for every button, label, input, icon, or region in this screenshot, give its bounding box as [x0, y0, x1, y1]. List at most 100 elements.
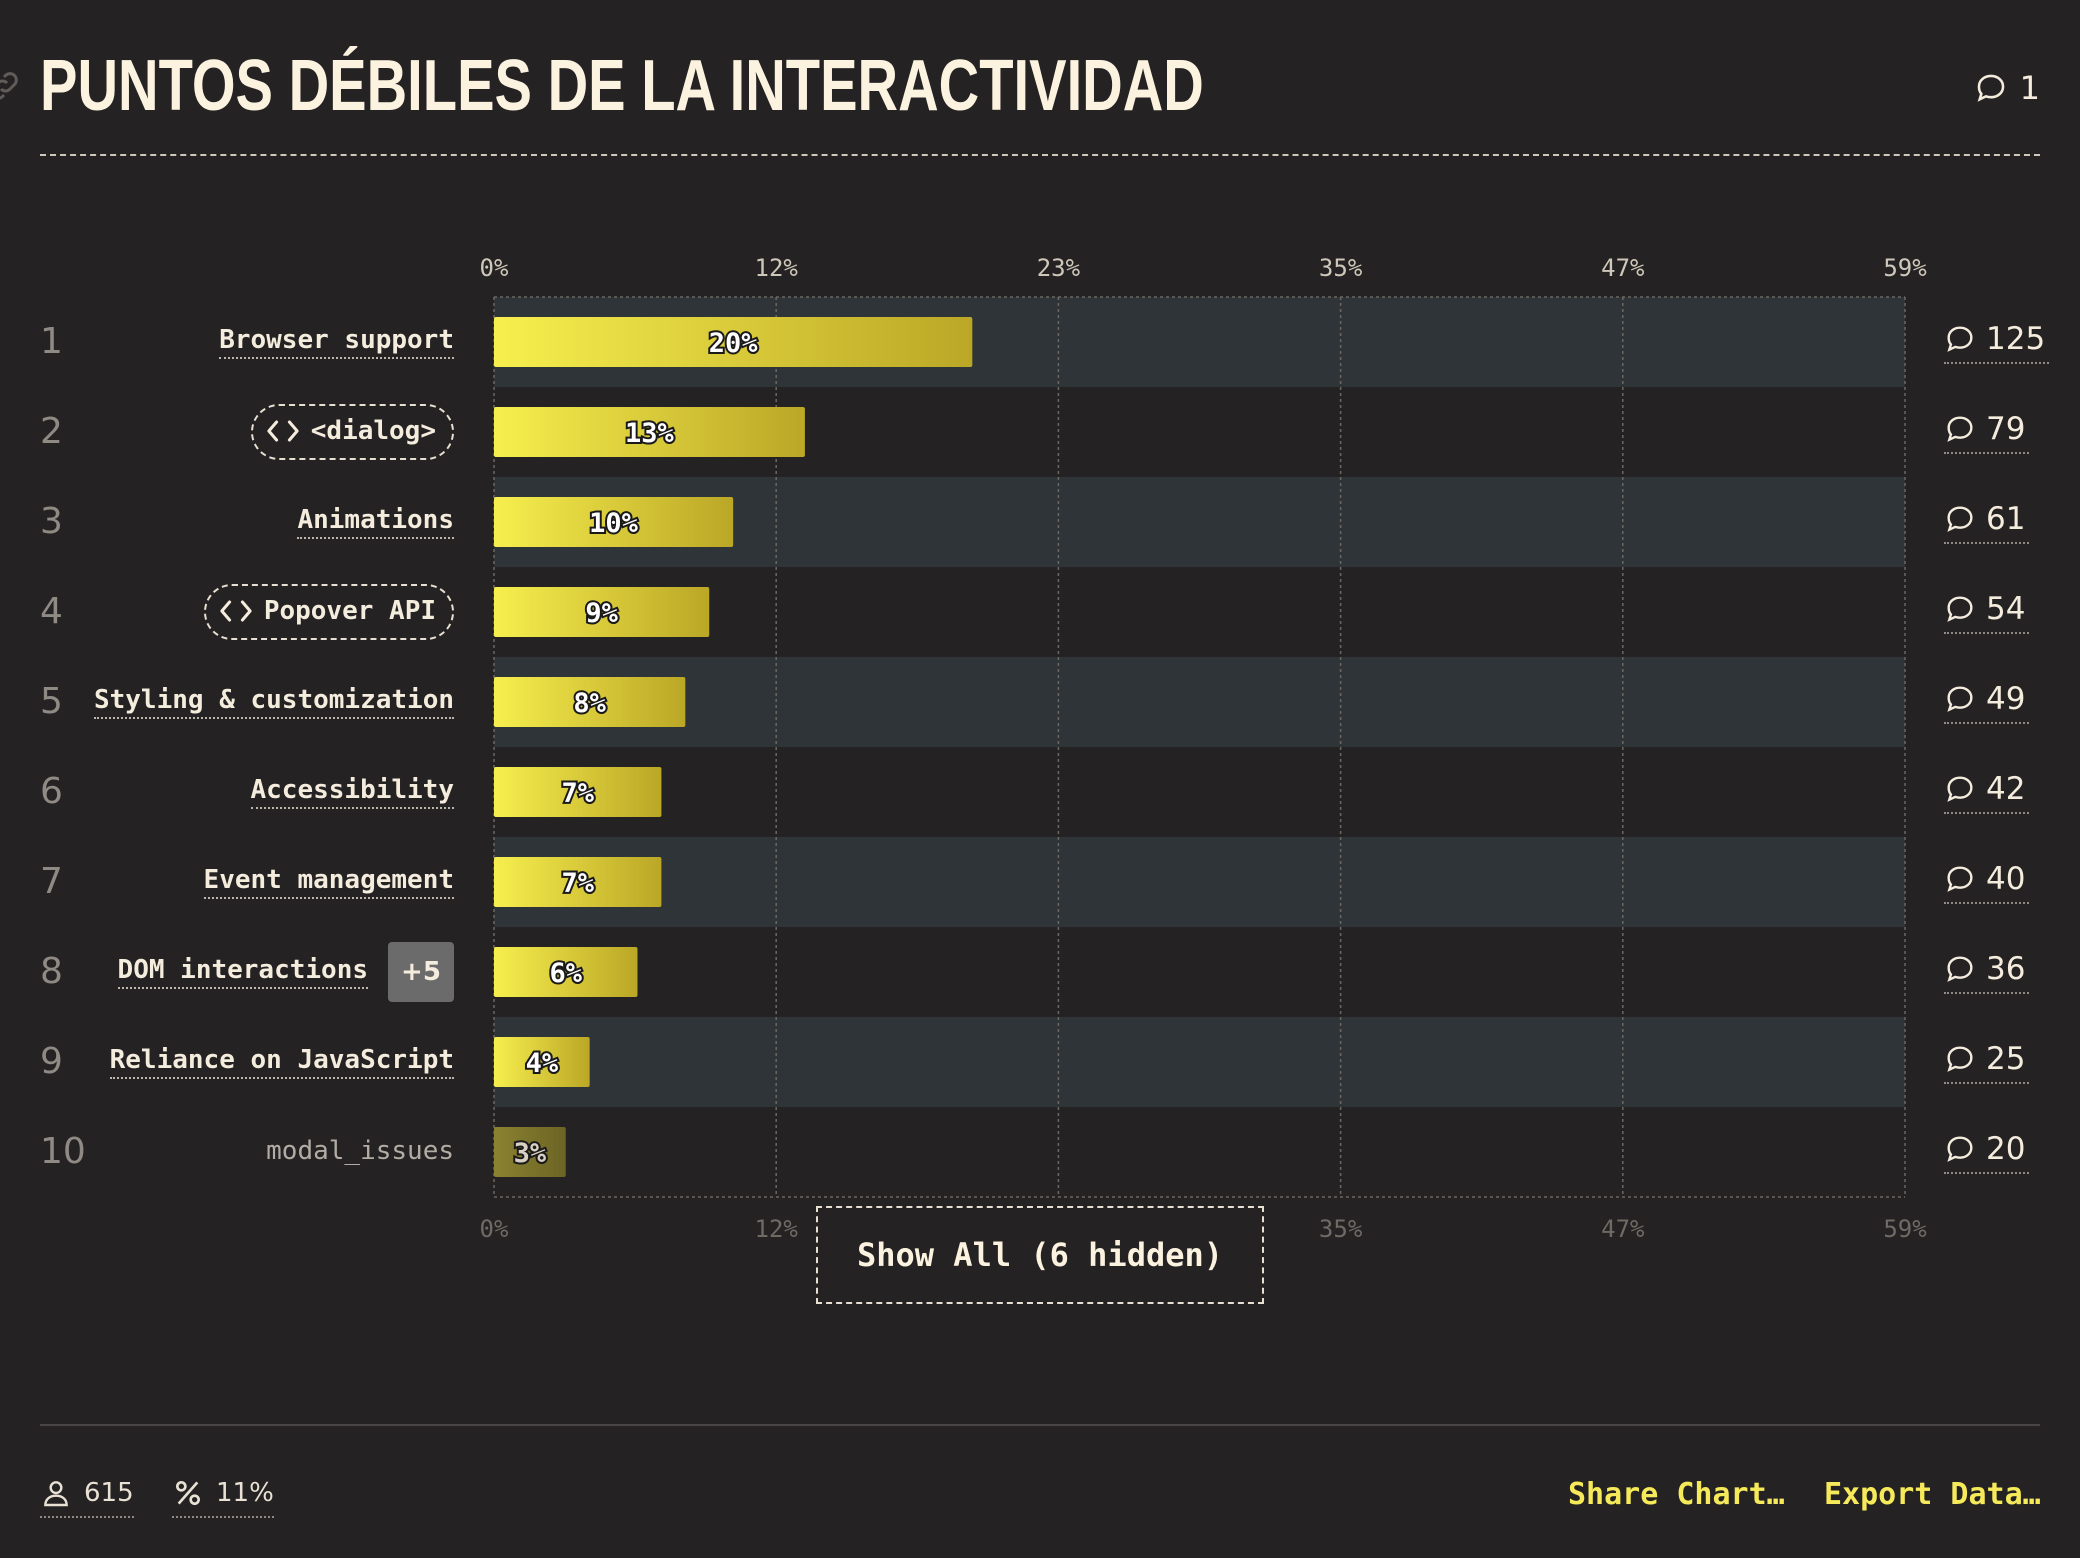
code-feature-pill[interactable]: <dialog> [250, 404, 454, 460]
bar-value-label: 3% [514, 1138, 547, 1169]
show-all-button[interactable]: Show All (6 hidden) [816, 1206, 1264, 1304]
comment-count: 25 [1986, 1041, 2026, 1077]
respondents-stat[interactable]: 615 [40, 1470, 134, 1518]
page-title: PUNTOS DÉBILES DE LA INTERACTIVIDAD [40, 46, 1204, 126]
row-stripe [494, 657, 1905, 747]
row-label[interactable]: Accessibility [250, 770, 454, 814]
comment-count: 36 [1986, 951, 2026, 987]
bar [494, 857, 662, 907]
comment-count: 79 [1986, 411, 2026, 447]
category-label: Styling & customization [93, 685, 454, 719]
percent-icon [176, 1481, 200, 1505]
row-label[interactable]: Popover API [203, 584, 454, 640]
footer-divider [40, 1424, 2040, 1426]
row-label[interactable]: Event management [203, 860, 454, 904]
row-stripe [494, 837, 1905, 927]
x-tick-label: 59% [1883, 1215, 1927, 1243]
category-label: modal_issues [266, 1136, 454, 1166]
row-comments-button[interactable]: 61 [1944, 496, 2030, 544]
row-label[interactable]: DOM interactions +5 [117, 942, 454, 1002]
percentage-stat[interactable]: 11% [172, 1470, 274, 1518]
row-comments-button[interactable]: 49 [1944, 676, 2030, 724]
comment-icon [1947, 686, 1973, 712]
category-label: Browser support [219, 325, 454, 359]
bar [494, 1127, 566, 1177]
row-label[interactable]: <dialog> [250, 404, 454, 460]
bar [494, 587, 710, 637]
comment-count: 40 [1986, 861, 2026, 897]
code-feature-pill[interactable]: Popover API [203, 584, 454, 640]
category-label: <dialog> [310, 416, 436, 446]
row-rank: 3 [40, 501, 63, 542]
bar-value-label: 20% [709, 328, 759, 359]
share-chart-link[interactable]: Share Chart… [1568, 1470, 1785, 1518]
bar-value-label: 4% [526, 1048, 559, 1079]
comment-count: 42 [1986, 771, 2026, 807]
code-icon [220, 600, 252, 622]
user-icon [44, 1481, 68, 1507]
row-rank: 4 [40, 591, 63, 632]
comment-icon [1947, 326, 1973, 352]
x-tick-label: 47% [1601, 254, 1645, 282]
bar-value-label: 10% [589, 508, 639, 539]
row-label[interactable]: Styling & customization [93, 680, 454, 724]
x-tick-label: 0% [479, 1215, 509, 1243]
row-comments-button[interactable]: 54 [1944, 586, 2030, 634]
row-rank: 2 [40, 411, 63, 452]
more-items-badge[interactable]: +5 [388, 942, 454, 1002]
code-icon [267, 420, 299, 442]
row-label[interactable]: Browser support [219, 320, 454, 364]
bar [494, 407, 805, 457]
row-stripe [494, 1017, 1905, 1107]
comment-icon [1947, 596, 1973, 622]
comment-icon [1947, 776, 1973, 802]
respondents-count: 615 [84, 1478, 134, 1508]
bar [494, 497, 734, 547]
x-tick-label: 59% [1883, 254, 1927, 282]
row-comments-button[interactable]: 25 [1944, 1036, 2030, 1084]
comment-icon [1947, 506, 1973, 532]
row-comments-button[interactable]: 42 [1944, 766, 2030, 814]
bar-value-label: 13% [625, 418, 675, 449]
bar [494, 767, 662, 817]
comment-count: 49 [1986, 681, 2026, 717]
category-label: Event management [203, 865, 454, 899]
x-tick-label: 0% [479, 254, 509, 282]
row-label[interactable]: Animations [297, 500, 454, 544]
row-comments-button[interactable]: 125 [1944, 316, 2050, 364]
row-label[interactable]: Reliance on JavaScript [109, 1040, 454, 1084]
bar-value-label: 7% [561, 868, 594, 899]
x-tick-label: 47% [1601, 1215, 1645, 1243]
row-stripe [494, 477, 1905, 567]
row-comments-button[interactable]: 20 [1944, 1126, 2030, 1174]
comment-count: 54 [1986, 591, 2026, 627]
row-stripe [494, 297, 1905, 387]
category-label: DOM interactions [117, 955, 368, 989]
x-tick-label: 35% [1318, 254, 1363, 282]
comment-icon [1947, 1046, 1973, 1072]
x-tick-label: 35% [1318, 1215, 1363, 1243]
bar-value-label: 8% [573, 688, 606, 719]
row-rank: 8 [40, 951, 63, 992]
category-label: Reliance on JavaScript [109, 1045, 454, 1079]
category-label: Animations [297, 505, 454, 539]
row-comments-button[interactable]: 79 [1944, 406, 2030, 454]
comment-icon [1947, 1136, 1973, 1162]
category-label: Popover API [263, 596, 436, 626]
row-comments-button[interactable]: 40 [1944, 856, 2030, 904]
row-label[interactable]: modal_issues [266, 1130, 454, 1174]
export-data-link[interactable]: Export Data… [1824, 1470, 2041, 1518]
x-tick-label: 12% [754, 1215, 798, 1243]
row-rank: 1 [40, 321, 63, 362]
category-label: Accessibility [250, 775, 454, 809]
bar [494, 947, 638, 997]
x-tick-label: 23% [1036, 254, 1081, 282]
comment-icon [1977, 74, 2004, 102]
bar-value-label: 9% [585, 598, 618, 629]
comment-icon [1947, 956, 1973, 982]
header-comments-button[interactable]: 1 [1974, 68, 2040, 108]
comment-icon [1947, 416, 1973, 442]
link-icon[interactable] [0, 68, 22, 104]
row-comments-button[interactable]: 36 [1944, 946, 2030, 994]
comment-count: 61 [1986, 501, 2026, 537]
